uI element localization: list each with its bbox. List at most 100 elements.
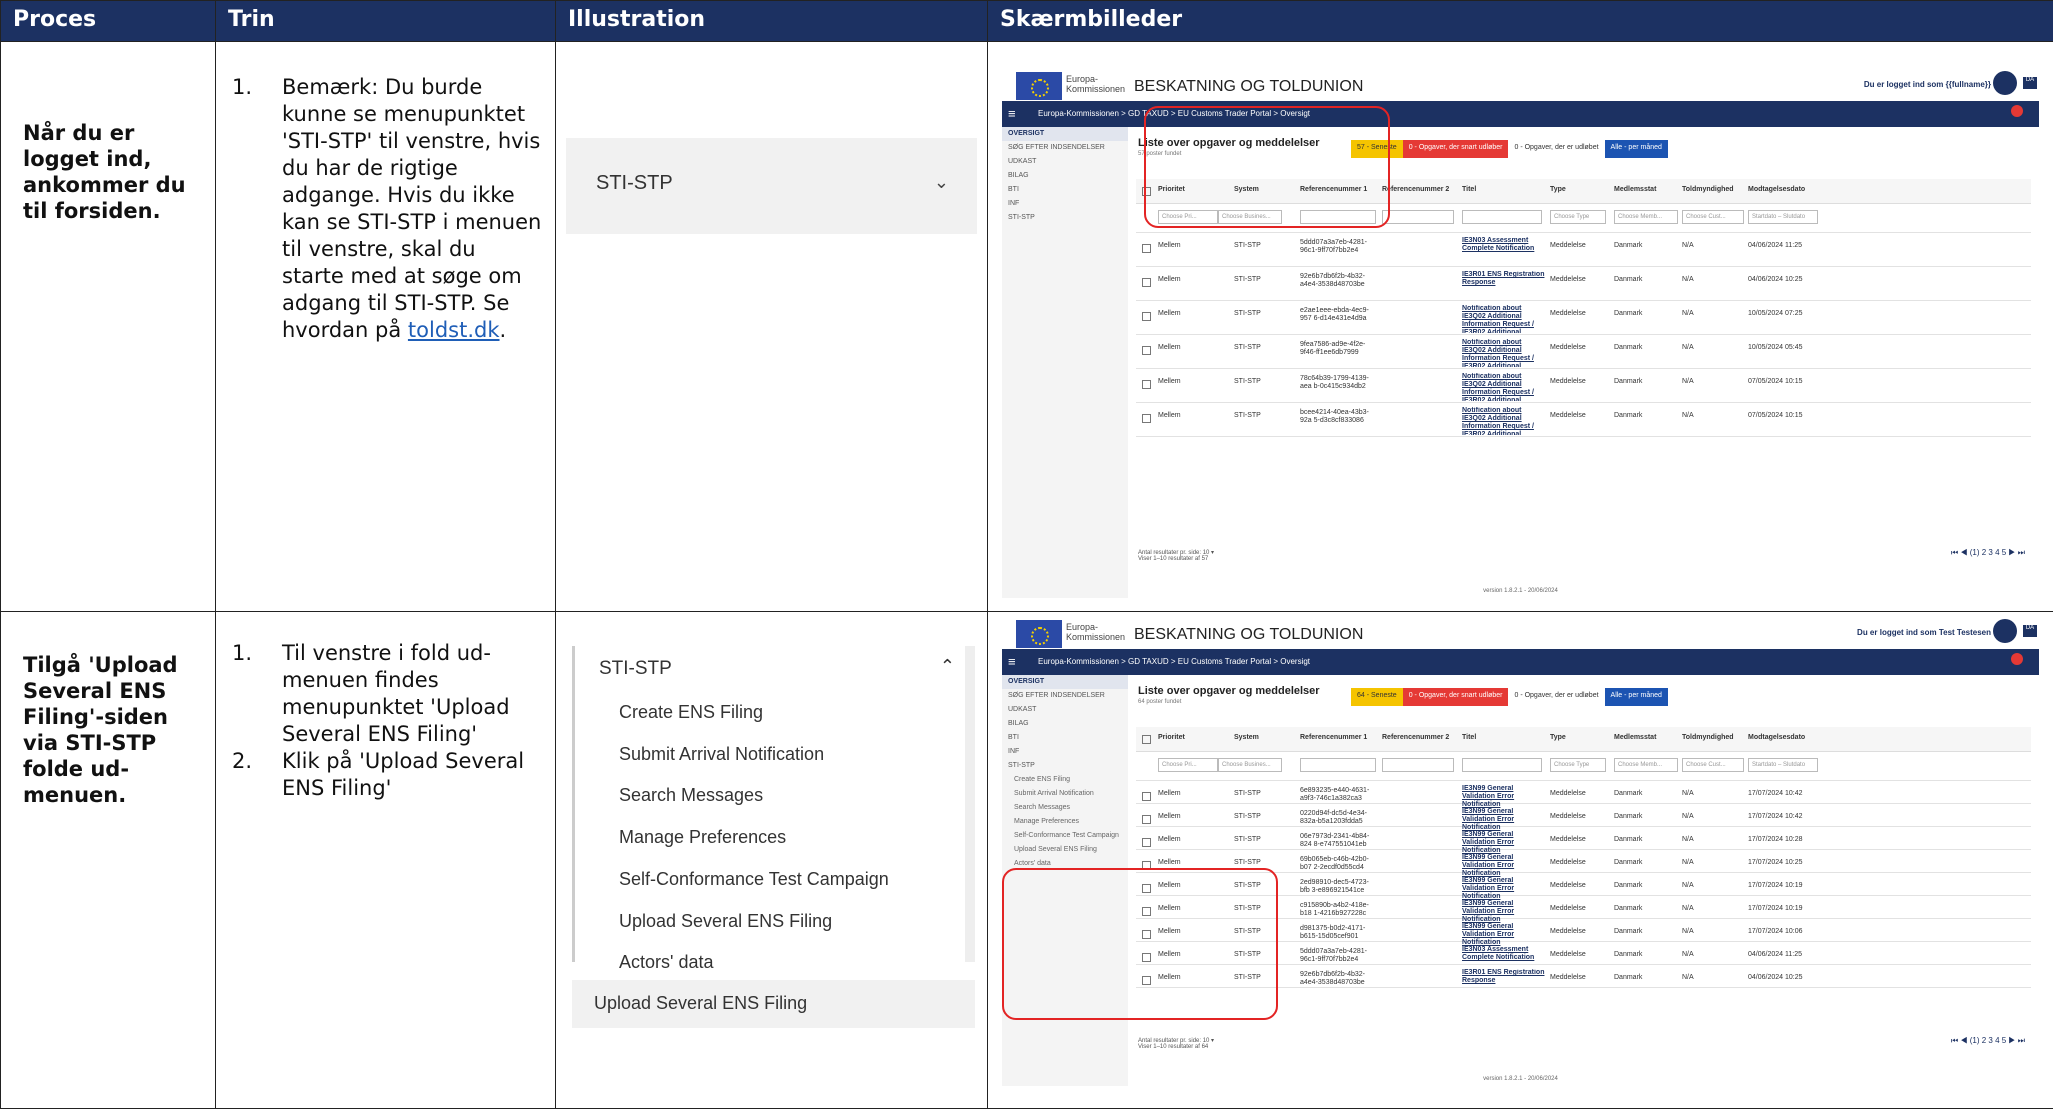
row-checkbox[interactable] <box>1142 346 1151 355</box>
sidebar-item[interactable]: BILAG <box>1002 717 1128 731</box>
table-row[interactable]: MellemSTI-STPbcee4214-40ea-43b3-92a 5-d3… <box>1136 403 2031 437</box>
filter-pill[interactable]: 0 - Opgaver, der snart udløber <box>1403 688 1509 706</box>
sidebar-item[interactable]: STI-STP <box>1002 759 1128 773</box>
menu-item-upload-several-ens-filing[interactable]: Upload Several ENS Filing <box>619 911 832 932</box>
filter-input[interactable] <box>1300 758 1376 772</box>
column-header[interactable]: Modtagelsesdato <box>1748 186 1805 193</box>
filter-input[interactable]: Startdato – Slutdato <box>1748 758 1818 772</box>
menu-item-self-conformance-test-campaign[interactable]: Self-Conformance Test Campaign <box>619 869 889 890</box>
cell-title-link[interactable]: IE3R01 ENS Registration Response <box>1462 969 1546 997</box>
notification-icon[interactable] <box>2011 105 2023 117</box>
sidebar-item[interactable]: BILAG <box>1002 169 1128 183</box>
filter-input[interactable] <box>1382 758 1454 772</box>
table-row[interactable]: MellemSTI-STP0220d94f-dc5d-4e34-832a-b5a… <box>1136 804 2031 827</box>
sidebar-sub-item[interactable]: Submit Arrival Notification <box>1002 787 1128 801</box>
column-header[interactable]: System <box>1234 734 1259 741</box>
row-checkbox[interactable] <box>1142 815 1151 824</box>
row-checkbox[interactable] <box>1142 244 1151 253</box>
sidebar-sub-item[interactable]: Create ENS Filing <box>1002 773 1128 787</box>
language-selector[interactable]: DA <box>2023 77 2037 89</box>
sidebar-item[interactable]: UDKAST <box>1002 703 1128 717</box>
row-checkbox[interactable] <box>1142 838 1151 847</box>
sidebar-item[interactable]: INF <box>1002 745 1128 759</box>
filter-pill[interactable]: Alle - per måned <box>1605 688 1668 706</box>
menu-item-submit-arrival-notification[interactable]: Submit Arrival Notification <box>619 744 824 765</box>
column-header[interactable]: Type <box>1550 734 1566 741</box>
sidebar-sub-item[interactable]: Search Messages <box>1002 801 1128 815</box>
sidebar-item[interactable]: OVERSIGT <box>1002 675 1128 689</box>
column-header[interactable]: Referencenummer 1 <box>1300 734 1367 741</box>
filter-pill[interactable]: 64 - Seneste <box>1351 688 1403 706</box>
page-navigation[interactable]: ⏮ ◀ (1) 2 3 4 5 ▶ ⏭ <box>1951 1036 2025 1046</box>
filter-input[interactable]: Choose Cust... <box>1682 210 1744 224</box>
column-header[interactable]: Titel <box>1462 734 1476 741</box>
sidebar-item[interactable]: UDKAST <box>1002 155 1128 169</box>
table-row[interactable]: MellemSTI-STP06e7973d-2341-4b84-824 8-e7… <box>1136 827 2031 850</box>
column-header[interactable]: Referencenummer 2 <box>1382 734 1449 741</box>
filter-pill[interactable]: 0 - Opgaver, der er udløbet <box>1508 688 1604 706</box>
user-avatar-icon[interactable] <box>1993 619 2017 643</box>
row-checkbox[interactable] <box>1142 414 1151 423</box>
filter-pill[interactable]: Alle - per måned <box>1605 140 1668 158</box>
filter-input[interactable]: Choose Busines... <box>1218 758 1282 772</box>
select-all-checkbox[interactable] <box>1142 735 1151 744</box>
filter-input[interactable]: Choose Pri... <box>1158 758 1218 772</box>
sidebar-item[interactable]: INF <box>1002 197 1128 211</box>
sidebar-sub-item[interactable]: Self-Conformance Test Campaign <box>1002 829 1128 843</box>
row-checkbox[interactable] <box>1142 380 1151 389</box>
filter-input[interactable]: Startdato – Slutdato <box>1748 210 1818 224</box>
cell-title-link[interactable]: Notification about IE3Q02 Additional Inf… <box>1462 373 1546 401</box>
cell-title-link[interactable]: IE3N03 Assessment Complete Notification <box>1462 237 1546 265</box>
sidebar-item[interactable]: SØG EFTER INDSENDELSER <box>1002 141 1128 155</box>
filter-input[interactable]: Choose Memb... <box>1614 210 1678 224</box>
menu-item-search-messages[interactable]: Search Messages <box>619 785 763 806</box>
row-checkbox[interactable] <box>1142 312 1151 321</box>
sti-stp-menu-collapsed[interactable]: STI-STP ⌄ <box>566 138 977 234</box>
table-row[interactable]: MellemSTI-STP78c64b39-1799-4139-aea b-0c… <box>1136 369 2031 403</box>
sti-stp-menu-label[interactable]: STI-STP <box>599 658 672 680</box>
filter-input[interactable] <box>1382 210 1454 224</box>
filter-input[interactable]: Choose Type <box>1550 758 1606 772</box>
menu-item-actors-data[interactable]: Actors' data <box>619 952 713 973</box>
column-header[interactable]: Toldmyndighed <box>1682 186 1734 193</box>
filter-pill[interactable]: 0 - Opgaver, der snart udløber <box>1403 140 1509 158</box>
sidebar-item[interactable]: BTI <box>1002 183 1128 197</box>
cell-title-link[interactable]: Notification about IE3Q02 Additional Inf… <box>1462 305 1546 333</box>
column-header[interactable]: Prioritet <box>1158 734 1185 741</box>
column-header[interactable]: Toldmyndighed <box>1682 734 1734 741</box>
sidebar-item[interactable]: STI-STP <box>1002 211 1128 225</box>
menu-item-create-ens-filing[interactable]: Create ENS Filing <box>619 702 763 723</box>
table-row[interactable]: MellemSTI-STP6e893235-e440-4631-a9f3-746… <box>1136 781 2031 804</box>
sidebar-sub-item[interactable]: Manage Preferences <box>1002 815 1128 829</box>
cell-title-link[interactable]: IE3R01 ENS Registration Response <box>1462 271 1546 299</box>
filter-input[interactable] <box>1462 210 1542 224</box>
sidebar-item[interactable]: BTI <box>1002 731 1128 745</box>
hamburger-icon[interactable]: ≡ <box>1008 654 1016 669</box>
menu-item-manage-preferences[interactable]: Manage Preferences <box>619 827 786 848</box>
cell-title-link[interactable]: Notification about IE3Q02 Additional Inf… <box>1462 339 1546 367</box>
column-header[interactable]: Referencenummer 2 <box>1382 186 1449 193</box>
sidebar-item[interactable]: OVERSIGT <box>1002 127 1128 141</box>
filter-input[interactable]: Choose Type <box>1550 210 1606 224</box>
table-row[interactable]: MellemSTI-STPe2ae1eee-ebda-4ec9-957 6-d1… <box>1136 301 2031 335</box>
column-header[interactable]: Titel <box>1462 186 1476 193</box>
column-header[interactable]: Medlemsstat <box>1614 734 1656 741</box>
hamburger-icon[interactable]: ≡ <box>1008 106 1016 121</box>
filter-input[interactable] <box>1462 758 1542 772</box>
table-row[interactable]: MellemSTI-STP92e6b7db6f2b-4b32-a4e4-3538… <box>1136 267 2031 301</box>
filter-pill[interactable]: 0 - Opgaver, der er udløbet <box>1508 140 1604 158</box>
per-page-select[interactable]: Antal resultater pr. side: 10 ▾ <box>1138 549 1214 556</box>
row-checkbox[interactable] <box>1142 792 1151 801</box>
table-row[interactable]: MellemSTI-STP5ddd07a3a7eb-4281-96c1-9ff7… <box>1136 233 2031 267</box>
per-page-select[interactable]: Antal resultater pr. side: 10 ▾ <box>1138 1037 1214 1044</box>
toldst-link[interactable]: toldst.dk <box>408 318 500 342</box>
menu-scrollbar[interactable] <box>965 646 975 962</box>
cell-title-link[interactable]: Notification about IE3Q02 Additional Inf… <box>1462 407 1546 435</box>
sidebar-item[interactable]: SØG EFTER INDSENDELSER <box>1002 689 1128 703</box>
filter-input[interactable]: Choose Cust... <box>1682 758 1744 772</box>
row-checkbox[interactable] <box>1142 278 1151 287</box>
chevron-up-icon[interactable]: ⌃ <box>940 656 955 677</box>
column-header[interactable]: Type <box>1550 186 1566 193</box>
page-navigation[interactable]: ⏮ ◀ (1) 2 3 4 5 ▶ ⏭ <box>1951 548 2025 558</box>
notification-icon[interactable] <box>2011 653 2023 665</box>
